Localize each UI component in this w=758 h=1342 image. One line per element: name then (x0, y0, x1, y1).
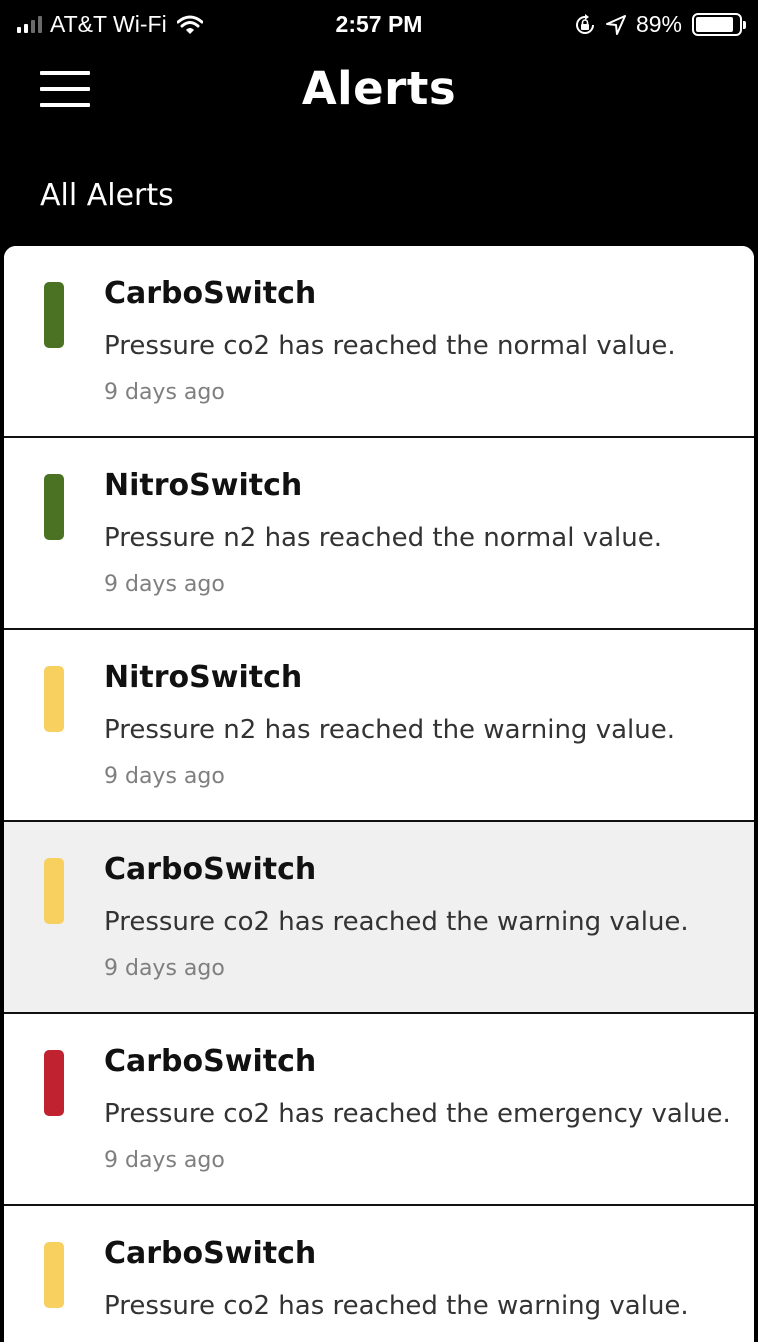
alert-item[interactable]: NitroSwitch Pressure n2 has reached the n… (4, 438, 754, 630)
battery-icon (692, 13, 746, 36)
alerts-list: CarboSwitch Pressure co2 has reached the … (4, 246, 754, 1342)
alert-item[interactable]: CarboSwitch Pressure co2 has reached the … (4, 822, 754, 1014)
alert-item[interactable]: CarboSwitch Pressure co2 has reached the … (4, 1014, 754, 1206)
alert-item[interactable]: NitroSwitch Pressure n2 has reached the w… (4, 630, 754, 822)
alert-message: Pressure n2 has reached the warning valu… (104, 715, 675, 745)
severity-indicator (44, 858, 64, 924)
alert-message: Pressure co2 has reached the warning val… (104, 907, 689, 937)
alert-message: Pressure co2 has reached the warning val… (104, 1291, 689, 1321)
severity-indicator (44, 1050, 64, 1116)
alert-source: CarboSwitch (104, 1236, 317, 1271)
page-title: Alerts (301, 62, 457, 115)
severity-indicator (44, 666, 64, 732)
nav-bar: Alerts (0, 50, 758, 130)
severity-indicator (44, 282, 64, 348)
alert-source: CarboSwitch (104, 1044, 317, 1079)
alert-timestamp: 9 days ago (104, 764, 225, 789)
alert-message: Pressure co2 has reached the emergency v… (104, 1099, 731, 1129)
alert-source: NitroSwitch (104, 660, 303, 695)
location-arrow-icon (605, 14, 626, 35)
alert-source: CarboSwitch (104, 276, 317, 311)
battery-fill (696, 17, 734, 32)
severity-indicator (44, 474, 64, 540)
battery-percent: 89% (635, 11, 682, 37)
alert-timestamp: 9 days ago (104, 956, 225, 981)
status-bar: AT&T Wi-Fi 2:57 PM 89% (0, 0, 758, 50)
alert-timestamp: 9 days ago (104, 1148, 225, 1173)
alert-source: CarboSwitch (104, 852, 317, 887)
orientation-lock-icon (575, 13, 594, 34)
alerts-screen: AT&T Wi-Fi 2:57 PM 89% Alerts All Alerts… (0, 0, 758, 1342)
alert-item[interactable]: CarboSwitch Pressure co2 has reached the … (4, 1206, 754, 1342)
severity-indicator (44, 1242, 64, 1308)
section-title: All Alerts (40, 178, 174, 213)
alert-message: Pressure n2 has reached the normal value… (104, 523, 662, 553)
alert-item[interactable]: CarboSwitch Pressure co2 has reached the … (4, 246, 754, 438)
alert-source: NitroSwitch (104, 468, 303, 503)
alert-timestamp: 9 days ago (104, 380, 225, 405)
status-right: 89% (574, 11, 746, 38)
alert-timestamp: 9 days ago (104, 572, 225, 597)
alert-message: Pressure co2 has reached the normal valu… (104, 331, 676, 361)
